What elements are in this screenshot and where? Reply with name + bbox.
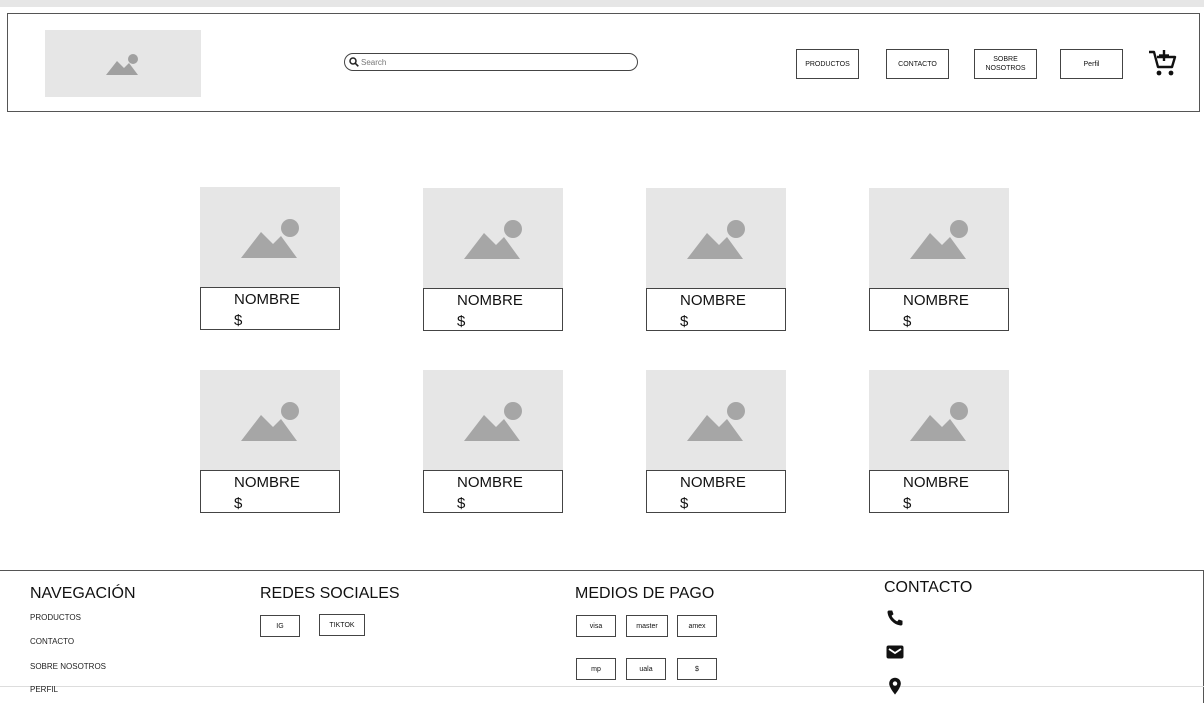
product-image [200,187,340,288]
footer-divider [0,686,1204,687]
product-name: NOMBRE [903,474,969,491]
product-info: NOMBRE $ [869,470,1009,513]
product-name: NOMBRE [234,291,300,308]
payment-visa-badge: visa [576,615,616,637]
product-price: $ [680,313,689,330]
image-placeholder-icon [687,401,745,441]
product-card[interactable]: NOMBRE $ [646,188,786,331]
product-info: NOMBRE $ [200,470,340,513]
site-footer: NAVEGACIÓN PRODUCTOS CONTACTO SOBRE NOSO… [0,570,1204,703]
payment-cash-badge: $ [677,658,717,680]
product-price: $ [234,495,243,512]
product-name: NOMBRE [680,474,746,491]
product-price: $ [680,495,689,512]
social-ig-button[interactable]: IG [260,615,300,637]
product-image [423,370,563,471]
image-placeholder-icon [464,219,522,259]
image-placeholder-icon [241,218,299,258]
product-price: $ [457,313,466,330]
product-info: NOMBRE $ [200,287,340,330]
product-info: NOMBRE $ [423,288,563,331]
payment-uala-badge: uala [626,658,666,680]
product-image [423,188,563,289]
payment-master-badge: master [626,615,668,637]
product-price: $ [903,313,912,330]
top-strip [0,0,1204,7]
product-info: NOMBRE $ [646,470,786,513]
product-image [869,188,1009,289]
logo-placeholder[interactable] [45,30,201,97]
product-name: NOMBRE [457,474,523,491]
product-image [200,370,340,471]
footer-link-perfil[interactable]: PERFIL [30,685,58,694]
site-header: Search PRODUCTOS CONTACTO SOBRE NOSOTROS… [7,13,1200,112]
product-info: NOMBRE $ [646,288,786,331]
footer-link-contacto[interactable]: CONTACTO [30,637,74,646]
cart-add-icon[interactable] [1147,48,1177,78]
nav-perfil-button[interactable]: Perfil [1060,49,1123,79]
product-name: NOMBRE [457,292,523,309]
search-placeholder: Search [361,57,387,67]
social-tiktok-button[interactable]: TIKTOK [319,614,365,636]
product-image [869,370,1009,471]
product-price: $ [903,495,912,512]
search-input[interactable]: Search [344,53,638,71]
product-card[interactable]: NOMBRE $ [646,370,786,513]
product-card[interactable]: NOMBRE $ [423,370,563,513]
product-image [646,370,786,471]
location-pin-icon[interactable] [886,677,904,695]
product-card[interactable]: NOMBRE $ [200,370,340,513]
nav-productos-button[interactable]: PRODUCTOS [796,49,859,79]
footer-link-sobre-nosotros[interactable]: SOBRE NOSOTROS [30,662,106,671]
product-card[interactable]: NOMBRE $ [869,188,1009,331]
product-card[interactable]: NOMBRE $ [423,188,563,331]
image-placeholder-icon [106,53,138,75]
footer-link-productos[interactable]: PRODUCTOS [30,613,81,622]
product-name: NOMBRE [234,474,300,491]
product-image [646,188,786,289]
image-placeholder-icon [464,401,522,441]
product-name: NOMBRE [680,292,746,309]
payment-mp-badge: mp [576,658,616,680]
product-price: $ [457,495,466,512]
footer-contacto-title: CONTACTO [884,579,973,596]
image-placeholder-icon [910,401,968,441]
image-placeholder-icon [687,219,745,259]
product-name: NOMBRE [903,292,969,309]
mail-icon[interactable] [886,643,904,661]
phone-icon[interactable] [886,609,904,627]
footer-pagos-title: MEDIOS DE PAGO [575,585,715,602]
product-card[interactable]: NOMBRE $ [200,187,340,330]
payment-amex-badge: amex [677,615,717,637]
image-placeholder-icon [241,401,299,441]
search-icon [349,57,359,67]
footer-navegacion-title: NAVEGACIÓN [30,585,136,602]
nav-sobre-nosotros-button[interactable]: SOBRE NOSOTROS [974,49,1037,79]
footer-redes-title: REDES SOCIALES [260,585,400,602]
product-price: $ [234,312,243,329]
image-placeholder-icon [910,219,968,259]
product-info: NOMBRE $ [869,288,1009,331]
product-info: NOMBRE $ [423,470,563,513]
nav-contacto-button[interactable]: CONTACTO [886,49,949,79]
product-card[interactable]: NOMBRE $ [869,370,1009,513]
